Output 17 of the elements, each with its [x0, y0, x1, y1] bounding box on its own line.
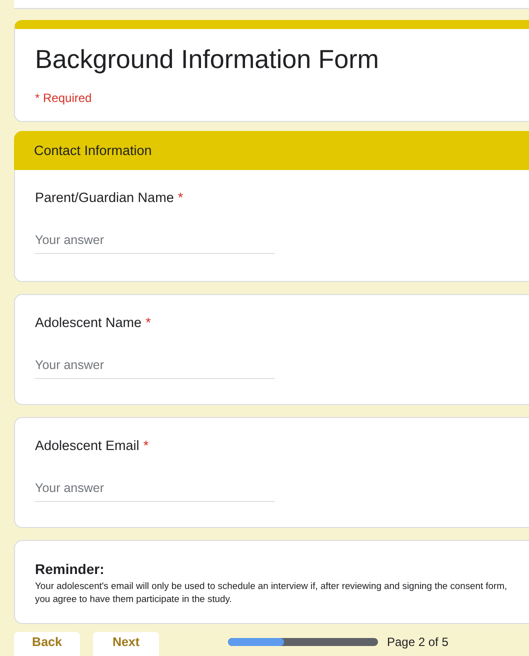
reminder-text: Your adolescent's email will only be used to schedule an interview if, after reviewing and signing the consent form, you agree to have them participate in the study. — [35, 579, 508, 605]
question-label: Parent/Guardian Name — [35, 190, 174, 205]
question-label: Adolescent Name — [35, 315, 142, 330]
page-indicator: Page 2 of 5 — [387, 635, 448, 649]
required-asterisk: * — [143, 438, 149, 453]
required-note: * Required — [35, 91, 93, 105]
answer-field[interactable]: Your answer — [35, 352, 275, 379]
next-button[interactable]: Next — [93, 632, 159, 656]
back-button[interactable]: Back — [14, 632, 80, 656]
form-title: Background Information Form — [35, 43, 380, 76]
answer-field[interactable]: Your answer — [35, 475, 275, 502]
answer-field[interactable]: Your answer — [35, 227, 275, 254]
reminder-title: Reminder: — [35, 561, 106, 577]
required-asterisk: * — [146, 315, 151, 330]
required-asterisk: * — [178, 190, 184, 205]
question-label: Adolescent Email — [35, 438, 140, 453]
section-title: Contact Information — [34, 143, 152, 158]
